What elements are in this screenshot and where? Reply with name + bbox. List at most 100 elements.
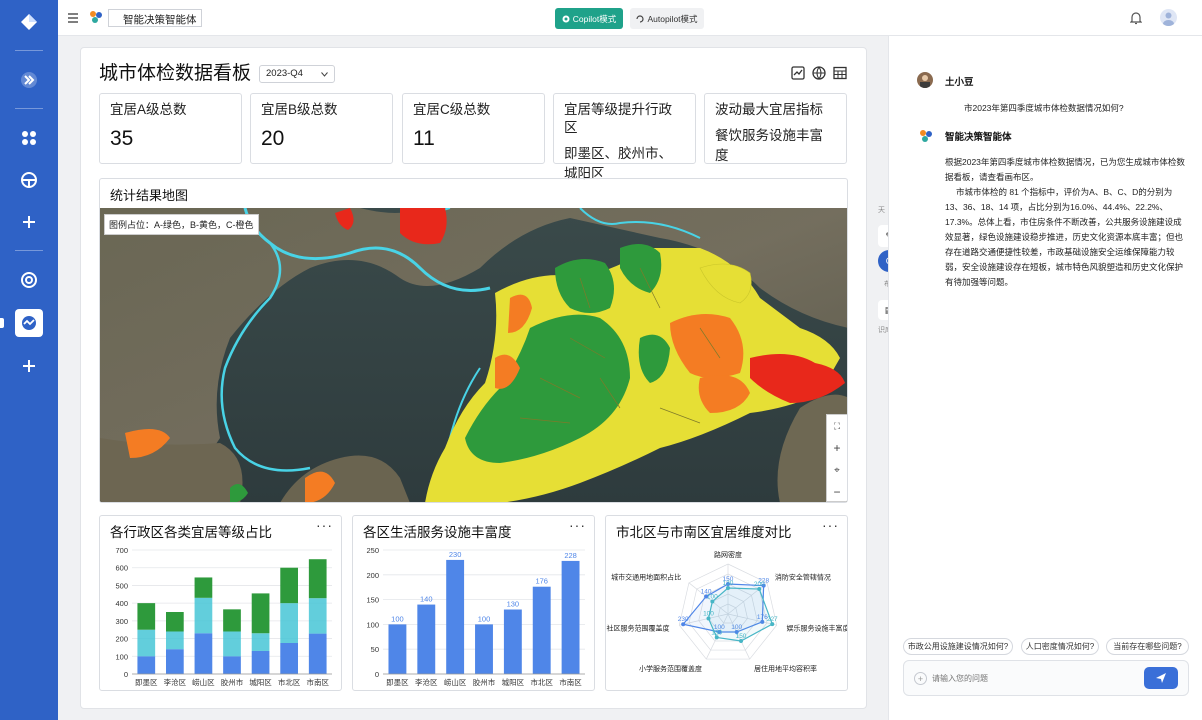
bar-segment (194, 597, 213, 634)
copilot-mode-button[interactable]: Copilot模式 (555, 8, 623, 29)
table-icon[interactable] (833, 66, 847, 85)
bar-segment (194, 633, 213, 674)
x-tick-label: 崂山区 (192, 677, 215, 687)
radar-axis-label: 路网密度 (714, 550, 742, 559)
chevron-down-icon (321, 72, 328, 77)
dashboard-canvas: 城市体检数据看板 2023-Q4 宜居A级总数 35 宜居B级总数 20 宜居C… (80, 47, 867, 709)
chat-input[interactable] (932, 670, 1132, 686)
map-zoom-controls: ⛶ + ⌖ − (826, 414, 847, 502)
y-tick-label: 600 (115, 564, 128, 573)
choropleth-map (100, 207, 847, 502)
data-label: 150 (736, 633, 747, 640)
kpi-value: 餐饮服务设施丰富度 (715, 128, 823, 163)
y-tick-label: 100 (115, 652, 128, 661)
data-label: 176 (535, 577, 548, 586)
data-label: 100 (391, 614, 404, 623)
more-options-icon[interactable]: ··· (822, 517, 839, 533)
bar (532, 586, 551, 674)
land-area (100, 438, 243, 502)
kpi-card-b: 宜居B级总数 20 (250, 93, 393, 164)
x-tick-label: 李沧区 (415, 677, 438, 687)
y-tick-label: 200 (115, 635, 128, 644)
bell-icon[interactable] (1129, 11, 1143, 30)
x-tick-label: 即墨区 (386, 678, 409, 687)
dashboard-app-icon[interactable] (15, 309, 43, 337)
y-tick-label: 150 (366, 596, 379, 605)
chart-view-icon[interactable] (791, 66, 805, 85)
suggestion-chip[interactable]: 人口密度情况如何? (1021, 638, 1099, 655)
radar-chart-panel: 市北区与市南区宜居维度对比 ··· 路网密度 消防安全管辖情况 娱乐服务设施丰富度居… (605, 515, 848, 691)
attach-add-icon[interactable]: + (914, 672, 927, 685)
data-label: 230 (449, 550, 462, 559)
steering-icon[interactable] (15, 166, 43, 194)
y-tick-label: 0 (124, 670, 128, 679)
bar-segment (166, 631, 184, 650)
send-button[interactable] (1144, 667, 1178, 689)
x-tick-label: 市北区 (530, 677, 553, 687)
zoom-in-icon[interactable]: + (827, 437, 847, 459)
globe-icon[interactable] (812, 66, 826, 85)
side-tab-label[interactable]: 天 (878, 205, 885, 215)
suggestion-chip[interactable]: 当前存在哪些问题? (1106, 638, 1189, 655)
y-tick-label: 700 (115, 546, 128, 555)
menu-icon[interactable] (67, 11, 79, 29)
brand-icon (89, 10, 103, 29)
kpi-card-c: 宜居C级总数 11 (402, 93, 545, 164)
y-tick-label: 400 (115, 599, 128, 608)
suggestion-chip[interactable]: 市政公用设施建设情况如何? (903, 638, 1013, 655)
stacked-bar-chart: 0 100 200 300 400 500 600 700 即墨区 李沧区 崂山区 胶州市 城阳区 市北区… (115, 546, 332, 687)
apps-icon[interactable] (15, 124, 43, 152)
top-bar: 智能决策智能体 Copilot模式 Autopilot模式 (58, 0, 1202, 36)
radar-axis-label: 城市交通用地面积占比 (611, 573, 681, 582)
radar-axis-label: 小学服务范围覆盖度 (639, 664, 702, 673)
chart-title: 各区生活服务设施丰富度 (363, 525, 512, 540)
copilot-icon (562, 15, 570, 22)
bar-segment (308, 598, 327, 634)
y-tick-label: 200 (366, 571, 379, 580)
map-canvas[interactable]: 图例占位：A-绿色，B-黄色，C-橙色 ⛶ + ⌖ − (100, 207, 847, 502)
add-app-icon[interactable] (15, 352, 43, 380)
bot-avatar-icon (919, 129, 933, 148)
radar-axis-label: 消防安全管辖情况 (775, 573, 831, 582)
y-tick-label: 100 (366, 620, 379, 629)
app-name-box[interactable]: 智能决策智能体 (108, 9, 202, 27)
bar-segment (166, 612, 184, 632)
logo-icon[interactable] (15, 8, 43, 36)
autopilot-mode-button[interactable]: Autopilot模式 (630, 8, 704, 29)
add-icon[interactable] (15, 208, 43, 236)
user-name: 土小豆 (945, 77, 974, 88)
bar-segment (137, 656, 156, 674)
radar-axis-label: 娱乐服务设施丰富度 (786, 623, 847, 632)
period-select[interactable]: 2023-Q4 (259, 65, 335, 83)
data-label: 200 (754, 581, 765, 588)
data-label: 130 (507, 600, 520, 609)
locate-icon[interactable]: ⌖ (827, 459, 847, 481)
more-options-icon[interactable]: ··· (569, 517, 586, 533)
more-options-icon[interactable]: ··· (316, 517, 333, 533)
agent-icon[interactable] (15, 66, 43, 94)
y-tick-label: 0 (375, 670, 379, 679)
bar-segment (280, 567, 298, 604)
bar-segment (166, 649, 184, 674)
fullscreen-icon[interactable]: ⛶ (827, 415, 847, 437)
chat-input-box[interactable]: + (903, 660, 1189, 696)
x-tick-label: 市南区 (559, 677, 582, 687)
kpi-card-volatile-indicator: 波动最大宜居指标 餐饮服务设施丰富度 (704, 93, 847, 164)
stacked-bar-chart-panel: 各行政区各类宜居等级占比 ··· 0 100 200 300 400 500 600 700 即… (99, 515, 342, 691)
bar-segment (137, 629, 156, 657)
map-legend: 图例占位：A-绿色，B-黄色，C-橙色 (104, 214, 259, 235)
bar-segment (280, 603, 298, 643)
avatar[interactable] (1160, 9, 1177, 26)
bar (475, 624, 493, 674)
x-tick-label: 即墨区 (135, 678, 158, 687)
x-tick-label: 城阳区 (502, 678, 525, 687)
zoom-out-icon[interactable]: − (827, 481, 847, 502)
data-label: 130 (723, 580, 734, 587)
data-label: 227 (767, 616, 778, 623)
send-icon (1156, 673, 1166, 683)
ring-icon[interactable] (15, 266, 43, 294)
kpi-label: 宜居等级提升行政区 (564, 102, 672, 135)
data-label: 100 (703, 610, 714, 617)
bar (446, 559, 465, 674)
bar-segment (194, 577, 213, 598)
